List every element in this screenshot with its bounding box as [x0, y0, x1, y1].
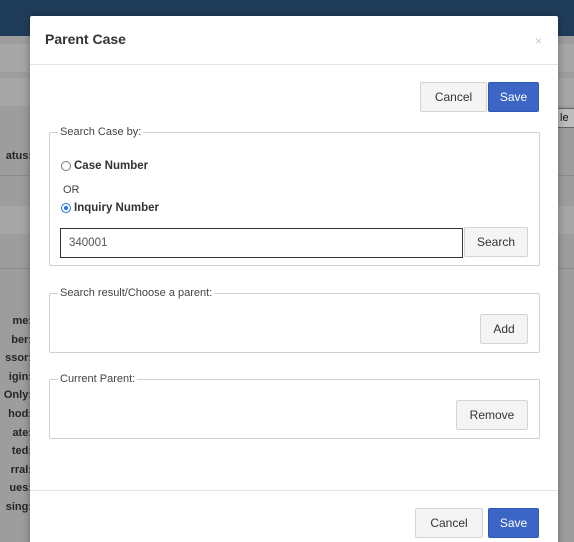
search-case-legend: Search Case by: — [58, 126, 144, 139]
remove-button[interactable]: Remove — [456, 400, 528, 430]
radio-inquiry-number-label[interactable]: Inquiry Number — [74, 202, 159, 214]
background-field-label: me: — [12, 315, 32, 327]
background-field-label: sing: — [5, 500, 32, 513]
search-input[interactable] — [60, 228, 463, 258]
dialog-title: Parent Case — [45, 31, 126, 47]
radio-circle-icon[interactable] — [61, 161, 71, 171]
radio-selected-icon[interactable] — [61, 203, 71, 213]
dialog-header: Parent Case × — [30, 16, 558, 65]
parent-case-dialog: Parent Case × Cancel Save Search Case by… — [30, 16, 558, 542]
background-field-label: ted: — [11, 445, 32, 458]
current-parent-fieldset: Current Parent: Remove — [49, 373, 540, 439]
background-status-label: atus: — [5, 150, 32, 162]
close-icon[interactable]: × — [535, 34, 542, 48]
current-parent-legend: Current Parent: — [58, 373, 138, 386]
radio-case-number-label[interactable]: Case Number — [74, 160, 148, 172]
background-field-labels: me: ber: ssor: igin: Only: hod: ate: ted… — [0, 312, 32, 517]
search-results-legend: Search result/Choose a parent: — [58, 287, 215, 300]
search-button[interactable]: Search — [464, 227, 528, 257]
background-field-label: hod: — [8, 407, 32, 420]
background-field-label: ate: — [12, 426, 32, 439]
search-case-fieldset: Search Case by: Case Number OR Inquiry N… — [49, 126, 540, 266]
dialog-footer-divider — [30, 490, 558, 491]
cancel-button-top[interactable]: Cancel — [420, 82, 487, 112]
search-results-fieldset: Search result/Choose a parent: Add — [49, 287, 540, 353]
background-field-label: Only: — [3, 389, 32, 402]
background-field-label: rral: — [10, 463, 32, 476]
add-button[interactable]: Add — [480, 314, 528, 344]
background-button: le — [557, 108, 574, 128]
background-field-label: ues: — [9, 482, 32, 495]
background-field-label: igin: — [8, 370, 32, 383]
cancel-button-footer[interactable]: Cancel — [415, 508, 483, 538]
save-button-top[interactable]: Save — [488, 82, 539, 112]
background-field-label: ssor: — [5, 352, 32, 365]
or-separator: OR — [63, 184, 80, 196]
radio-inquiry-number[interactable]: Inquiry Number — [61, 202, 159, 214]
save-button-footer[interactable]: Save — [488, 508, 539, 538]
background-field-label: ber: — [11, 333, 32, 346]
radio-case-number[interactable]: Case Number — [61, 160, 148, 172]
